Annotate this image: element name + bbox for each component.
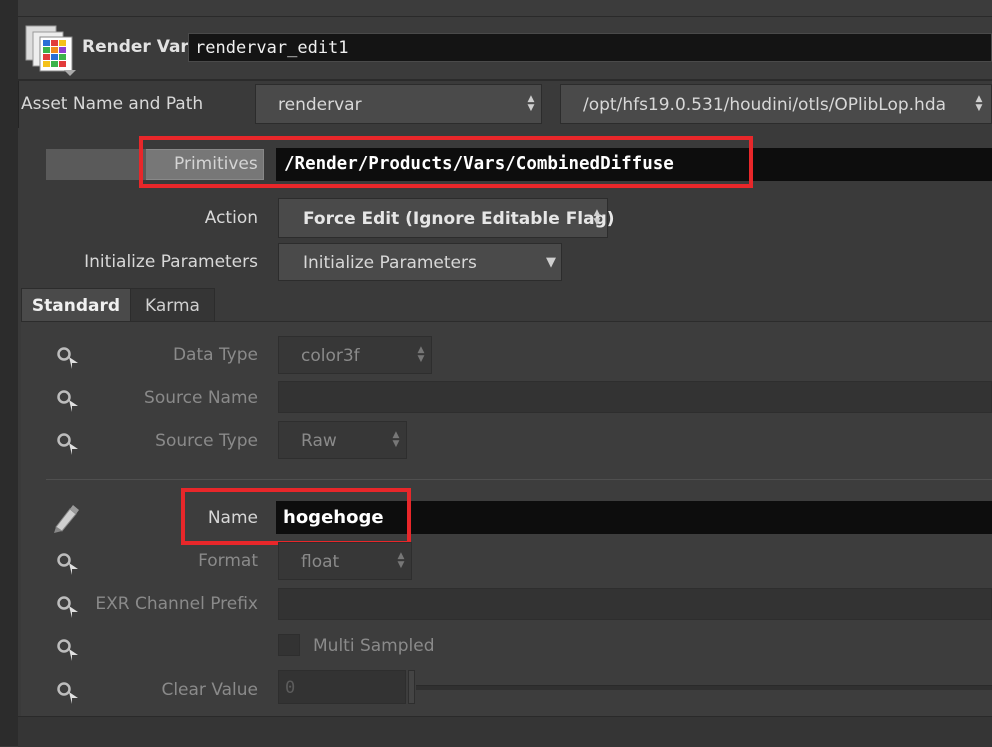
format-value: float xyxy=(301,552,340,572)
top-toolbar xyxy=(18,0,992,17)
bottom-bar xyxy=(18,716,992,747)
action-label: Action xyxy=(204,208,258,228)
tab-standard[interactable]: Standard xyxy=(21,288,131,322)
render-var-node-icon xyxy=(24,24,78,78)
initialize-parameters-button-label: Initialize Parameters xyxy=(303,253,477,273)
updown-arrows-icon: ▲ ▼ xyxy=(593,208,601,227)
action-dropdown[interactable]: Force Edit (Ignore Editable Flag) ▲ ▼ xyxy=(278,198,615,238)
updown-arrows-icon: ▲ ▼ xyxy=(417,345,425,364)
data-type-dropdown: color3f ▲ ▼ xyxy=(278,336,432,374)
data-type-value: color3f xyxy=(301,346,360,366)
clear-value-label: Clear Value xyxy=(161,680,258,700)
source-type-dropdown: Raw ▲ ▼ xyxy=(278,421,407,459)
asset-name-path-label: Asset Name and Path xyxy=(21,94,204,114)
node-name-field[interactable]: rendervar_edit1 xyxy=(188,33,992,62)
exr-channel-prefix-field xyxy=(278,588,992,620)
source-name-field xyxy=(278,381,992,413)
primitives-button-shade xyxy=(46,149,146,180)
action-value: Force Edit (Ignore Editable Flag) xyxy=(303,209,615,229)
source-type-value: Raw xyxy=(301,431,337,451)
clear-value-field: 0 xyxy=(278,670,406,704)
format-label: Format xyxy=(198,551,258,571)
asset-name-value: rendervar xyxy=(278,95,362,115)
chevron-down-icon: ▼ xyxy=(546,254,556,270)
tab-bar: Standard Karma xyxy=(21,288,221,322)
format-dropdown: float ▲ ▼ xyxy=(278,542,412,580)
tab-karma[interactable]: Karma xyxy=(130,288,215,322)
initialize-parameters-label: Initialize Parameters xyxy=(84,252,258,272)
source-name-label: Source Name xyxy=(144,388,258,408)
updown-arrows-icon: ▲ ▼ xyxy=(527,94,535,113)
initialize-parameters-menu-button[interactable]: Initialize Parameters ▼ xyxy=(278,243,562,281)
multi-sampled-checkbox xyxy=(278,634,300,656)
data-type-label: Data Type xyxy=(172,345,258,365)
updown-arrows-icon: ▲ ▼ xyxy=(392,430,400,449)
exr-channel-prefix-label: EXR Channel Prefix xyxy=(95,594,258,614)
asset-name-dropdown[interactable]: rendervar ▲ ▼ xyxy=(255,84,542,124)
section-divider xyxy=(46,479,992,480)
clear-value-slider-handle xyxy=(408,670,415,704)
multi-sampled-label: Multi Sampled xyxy=(313,636,435,656)
updown-arrows-icon: ▲ ▼ xyxy=(975,94,983,113)
asset-path-dropdown[interactable]: /opt/hfs19.0.531/houdini/otls/OPlibLop.h… xyxy=(560,84,992,124)
updown-arrows-icon: ▲ ▼ xyxy=(397,551,405,570)
node-type-label: Render Var xyxy=(82,37,189,57)
highlight-box-primitives xyxy=(139,136,753,188)
clear-value-slider-track xyxy=(416,685,992,690)
source-type-label: Source Type xyxy=(155,431,258,451)
key-icon[interactable] xyxy=(56,637,78,665)
highlight-box-name xyxy=(181,488,411,545)
left-pane-edge xyxy=(0,0,19,746)
asset-path-value: /opt/hfs19.0.531/houdini/otls/OPlibLop.h… xyxy=(583,95,947,115)
